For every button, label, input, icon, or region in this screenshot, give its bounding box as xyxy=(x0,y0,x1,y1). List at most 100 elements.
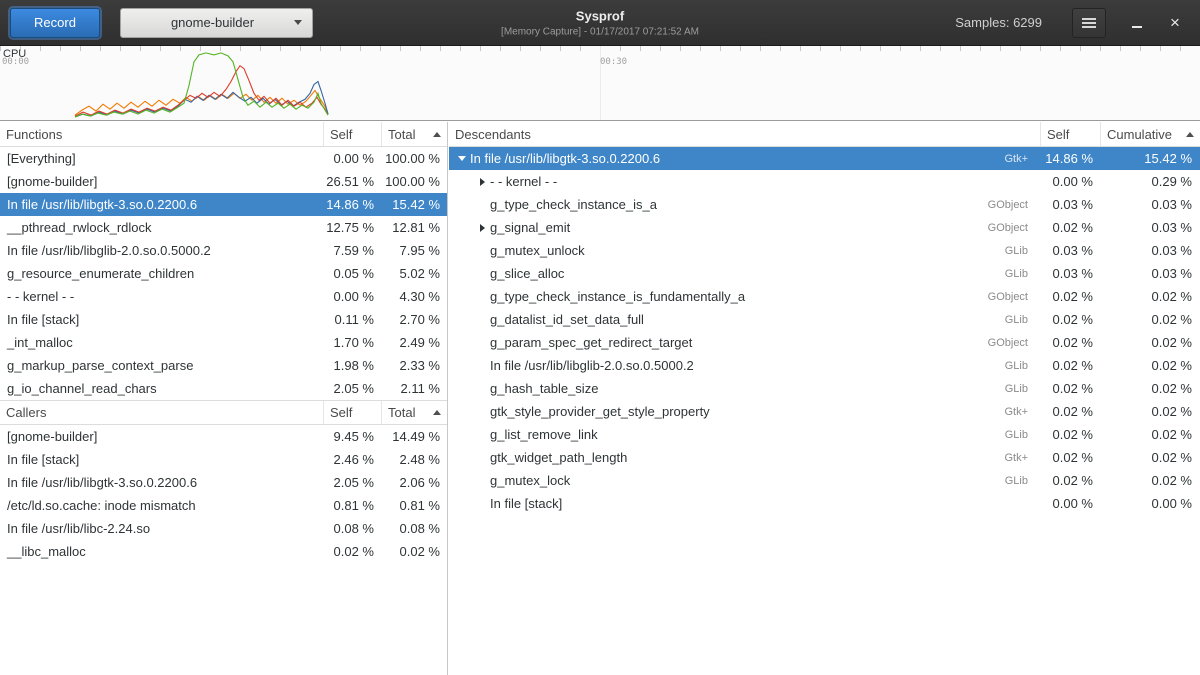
descendant-row[interactable]: In file [stack] 0.00 % 0.00 % xyxy=(449,492,1200,515)
library-category-label: GLib xyxy=(958,268,1040,280)
self-percent: 0.02 % xyxy=(1040,358,1100,373)
function-name: [Everything] xyxy=(0,151,323,166)
function-name: [gnome-builder] xyxy=(0,174,323,189)
descendant-row[interactable]: g_list_remove_link GLib 0.02 % 0.02 % xyxy=(449,423,1200,446)
function-name: In file /usr/lib/libglib-2.0.so.0.5000.2 xyxy=(488,358,958,373)
process-selector-label: gnome-builder xyxy=(131,15,294,30)
descendants-self-column-header[interactable]: Self xyxy=(1040,122,1100,146)
descendant-row[interactable]: g_type_check_instance_is_fundamentally_a… xyxy=(449,285,1200,308)
function-row[interactable]: _int_malloc 1.70 % 2.49 % xyxy=(0,331,447,354)
descendant-row[interactable]: g_param_spec_get_redirect_target GObject… xyxy=(449,331,1200,354)
function-row[interactable]: In file [stack] 2.46 % 2.48 % xyxy=(0,448,447,471)
cpu-line-green xyxy=(75,53,328,117)
self-percent: 0.02 % xyxy=(1040,473,1100,488)
chevron-down-icon xyxy=(294,20,302,25)
callers-list: [gnome-builder] 9.45 % 14.49 % In file [… xyxy=(0,425,447,563)
descendant-row[interactable]: g_hash_table_size GLib 0.02 % 0.02 % xyxy=(449,377,1200,400)
total-percent: 0.02 % xyxy=(381,544,447,559)
self-percent: 0.02 % xyxy=(323,544,381,559)
cumulative-percent: 0.02 % xyxy=(1100,358,1200,373)
callers-total-column-header[interactable]: Total xyxy=(381,401,447,424)
descendant-row[interactable]: - - kernel - - 0.00 % 0.29 % xyxy=(449,170,1200,193)
cpu-timeline[interactable]: CPU 00:00 00:30 xyxy=(0,46,1200,121)
function-name: g_mutex_lock xyxy=(488,473,958,488)
descendant-row[interactable]: In file /usr/lib/libglib-2.0.so.0.5000.2… xyxy=(449,354,1200,377)
descendant-row[interactable]: g_signal_emit GObject 0.02 % 0.03 % xyxy=(449,216,1200,239)
function-row[interactable]: In file [stack] 0.11 % 2.70 % xyxy=(0,308,447,331)
descendant-row[interactable]: gtk_style_provider_get_style_property Gt… xyxy=(449,400,1200,423)
function-row[interactable]: In file /usr/lib/libglib-2.0.so.0.5000.2… xyxy=(0,239,447,262)
function-row[interactable]: g_resource_enumerate_children 0.05 % 5.0… xyxy=(0,262,447,285)
self-percent: 9.45 % xyxy=(323,429,381,444)
descendant-row[interactable]: g_datalist_id_set_data_full GLib 0.02 % … xyxy=(449,308,1200,331)
expander-icon[interactable] xyxy=(456,156,468,161)
function-row[interactable]: In file /usr/lib/libgtk-3.so.0.2200.6 2.… xyxy=(0,471,447,494)
functions-self-column-header[interactable]: Self xyxy=(323,122,381,146)
library-category-label: GLib xyxy=(958,475,1040,487)
app-title: Sysprof xyxy=(501,8,699,23)
minimize-button[interactable] xyxy=(1122,8,1152,38)
column-label: Total xyxy=(388,127,415,142)
self-percent: 0.02 % xyxy=(1040,427,1100,442)
library-category-label: GObject xyxy=(958,291,1040,303)
descendant-row[interactable]: g_type_check_instance_is_a GObject 0.03 … xyxy=(449,193,1200,216)
descendant-row[interactable]: g_slice_alloc GLib 0.03 % 0.03 % xyxy=(449,262,1200,285)
callers-table-header: Callers Self Total xyxy=(0,400,447,425)
total-percent: 2.48 % xyxy=(381,452,447,467)
cumulative-percent: 0.02 % xyxy=(1100,289,1200,304)
function-row[interactable]: g_io_channel_read_chars 2.05 % 2.11 % xyxy=(0,377,447,400)
descendant-row[interactable]: g_mutex_lock GLib 0.02 % 0.02 % xyxy=(449,469,1200,492)
function-row[interactable]: [Everything] 0.00 % 100.00 % xyxy=(0,147,447,170)
function-name: __pthread_rwlock_rdlock xyxy=(0,220,323,235)
callers-self-column-header[interactable]: Self xyxy=(323,401,381,424)
close-button[interactable]: × xyxy=(1160,8,1190,38)
cpu-line-red xyxy=(75,66,328,116)
cumulative-percent: 0.03 % xyxy=(1100,220,1200,235)
cumulative-percent: 15.42 % xyxy=(1100,151,1200,166)
total-percent: 0.08 % xyxy=(381,521,447,536)
function-row[interactable]: In file /usr/lib/libgtk-3.so.0.2200.6 14… xyxy=(0,193,447,216)
cumulative-percent: 0.00 % xyxy=(1100,496,1200,511)
menu-button[interactable] xyxy=(1072,8,1106,38)
expander-icon[interactable] xyxy=(476,224,488,232)
cumulative-percent: 0.02 % xyxy=(1100,335,1200,350)
column-label: Self xyxy=(330,127,352,142)
expander-icon[interactable] xyxy=(476,178,488,186)
functions-total-column-header[interactable]: Total xyxy=(381,122,447,146)
self-percent: 0.81 % xyxy=(323,498,381,513)
descendant-row[interactable]: g_mutex_unlock GLib 0.03 % 0.03 % xyxy=(449,239,1200,262)
self-percent: 0.02 % xyxy=(1040,335,1100,350)
function-row[interactable]: __pthread_rwlock_rdlock 12.75 % 12.81 % xyxy=(0,216,447,239)
function-row[interactable]: In file /usr/lib/libc-2.24.so 0.08 % 0.0… xyxy=(0,517,447,540)
function-name: In file /usr/lib/libc-2.24.so xyxy=(0,521,323,536)
function-name: g_type_check_instance_is_a xyxy=(488,197,958,212)
self-percent: 7.59 % xyxy=(323,243,381,258)
total-percent: 2.49 % xyxy=(381,335,447,350)
column-label: Cumulative xyxy=(1107,127,1172,142)
function-name: g_type_check_instance_is_fundamentally_a xyxy=(488,289,958,304)
descendant-row[interactable]: In file /usr/lib/libgtk-3.so.0.2200.6 Gt… xyxy=(449,147,1200,170)
functions-column-header[interactable]: Functions xyxy=(0,122,323,146)
process-selector-dropdown[interactable]: gnome-builder xyxy=(120,8,313,38)
cumulative-percent: 0.02 % xyxy=(1100,427,1200,442)
self-percent: 14.86 % xyxy=(1040,151,1100,166)
function-name: /etc/ld.so.cache: inode mismatch xyxy=(0,498,323,513)
function-row[interactable]: - - kernel - - 0.00 % 4.30 % xyxy=(0,285,447,308)
descendants-column-header[interactable]: Descendants xyxy=(449,122,1040,146)
descendants-cumulative-column-header[interactable]: Cumulative xyxy=(1100,122,1200,146)
total-percent: 2.33 % xyxy=(381,358,447,373)
function-name: __libc_malloc xyxy=(0,544,323,559)
function-row[interactable]: __libc_malloc 0.02 % 0.02 % xyxy=(0,540,447,563)
library-category-label: GObject xyxy=(958,337,1040,349)
function-row[interactable]: [gnome-builder] 26.51 % 100.00 % xyxy=(0,170,447,193)
function-name: g_list_remove_link xyxy=(488,427,958,442)
function-row[interactable]: /etc/ld.so.cache: inode mismatch 0.81 % … xyxy=(0,494,447,517)
cpu-graph xyxy=(0,46,1200,120)
record-button[interactable]: Record xyxy=(10,8,100,38)
function-name: g_hash_table_size xyxy=(488,381,958,396)
callers-column-header[interactable]: Callers xyxy=(0,401,323,424)
function-row[interactable]: [gnome-builder] 9.45 % 14.49 % xyxy=(0,425,447,448)
self-percent: 0.11 % xyxy=(323,312,381,327)
descendant-row[interactable]: gtk_widget_path_length Gtk+ 0.02 % 0.02 … xyxy=(449,446,1200,469)
function-row[interactable]: g_markup_parse_context_parse 1.98 % 2.33… xyxy=(0,354,447,377)
